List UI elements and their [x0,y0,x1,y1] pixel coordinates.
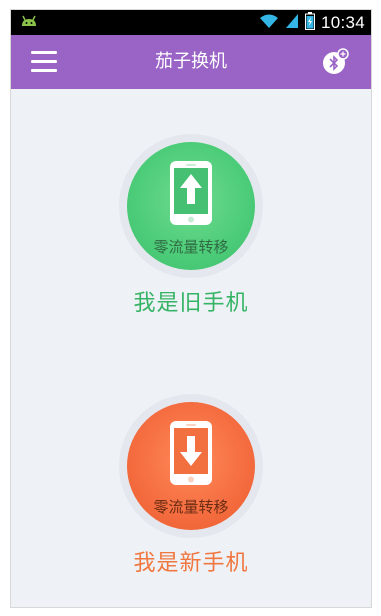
device-frame: 10:34 茄子换机 零流量转移 我是旧手机 零流量转移 我是新手机 [0,0,381,616]
app-title: 茄子换机 [155,51,227,72]
battery-icon [304,11,315,34]
old-phone-ring: 零流量转移 [119,134,263,278]
bluetooth-icon [323,48,349,74]
new-phone-option[interactable]: 零流量转移 我是新手机 [11,394,371,584]
old-phone-button[interactable]: 零流量转移 [127,142,255,270]
new-phone-circle-label: 零流量转移 [153,498,229,516]
android-icon [19,13,39,31]
signal-icon [285,13,299,33]
old-phone-option[interactable]: 零流量转移 我是旧手机 [11,134,371,324]
screen: 10:34 茄子换机 零流量转移 我是旧手机 零流量转移 我是新手机 [10,9,372,608]
bluetooth-button[interactable] [321,48,349,76]
phone-upload-icon [170,161,212,225]
wifi-icon [259,13,279,33]
new-phone-ring: 零流量转移 [119,394,263,538]
phone-download-icon [170,421,212,485]
new-phone-button[interactable]: 零流量转移 [127,402,255,530]
old-phone-title[interactable]: 我是旧手机 [11,285,371,317]
status-bar: 10:34 [11,10,371,35]
app-bar: 茄子换机 [11,35,371,89]
new-phone-title[interactable]: 我是新手机 [11,545,371,577]
old-phone-circle-label: 零流量转移 [153,238,229,256]
status-time: 10:34 [320,12,365,32]
